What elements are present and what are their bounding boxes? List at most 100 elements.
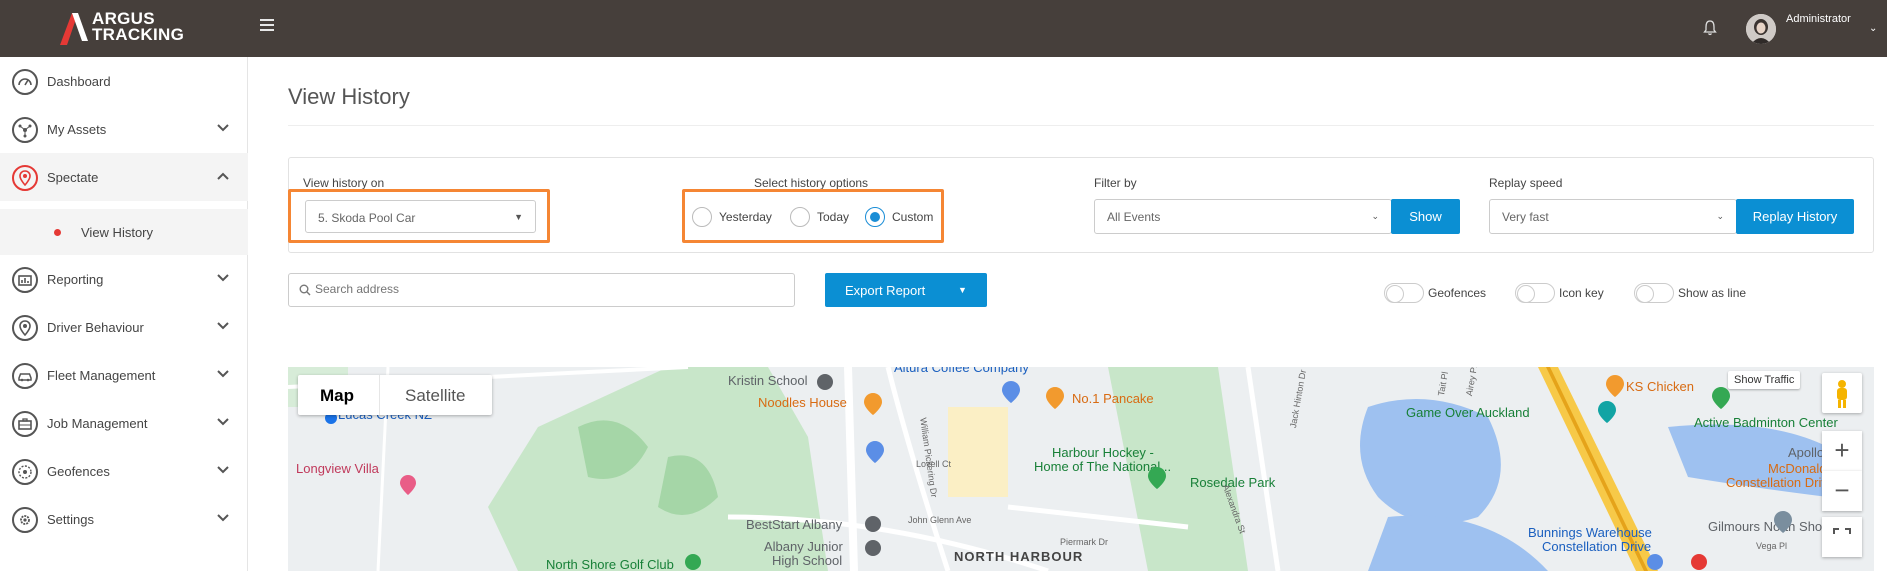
radio-label: Yesterday [719,210,772,224]
map-place-label: Apollo [1788,445,1825,460]
radio-label: Custom [892,210,934,224]
sidebar-item-label: Driver Behaviour [47,320,144,335]
school-marker-icon[interactable] [864,515,882,533]
notification-bell-icon[interactable] [1702,19,1718,37]
zoom-in-button[interactable]: + [1822,431,1862,471]
vehicle-select[interactable]: 5. Skoda Pool Car ▼ [305,200,536,233]
toggle-switch[interactable] [1384,283,1424,303]
user-menu-chevron-icon[interactable]: ⌄ [1869,23,1877,34]
school-marker-icon[interactable] [816,373,834,391]
hamburger-menu-icon[interactable] [260,19,274,33]
map-place-label: Active Badminton Center [1694,415,1838,430]
search-input[interactable] [315,282,775,296]
sidebar-subitem-label: View History [81,225,154,240]
reporting-folder-icon [12,267,38,293]
map-place-label: Constellation Drive [1542,539,1652,554]
map-place-label: Noodles House [758,395,847,410]
argus-tracking-logo[interactable]: ARGUS TRACKING [58,10,198,47]
export-report-button[interactable]: Export Report ▼ [825,273,987,307]
shopping-marker-icon[interactable] [1646,553,1664,571]
map-place-label: NORTH HARBOUR [954,549,1084,564]
gas-station-marker-icon[interactable] [866,441,884,463]
show-button[interactable]: Show [1391,199,1460,234]
sidebar-item-reporting[interactable]: Reporting [0,255,248,303]
caret-down-icon[interactable]: ▼ [958,285,967,295]
assets-network-icon [12,117,38,143]
map-road-label: Piermark Dr [1060,537,1109,547]
toggle-label: Show as line [1678,286,1747,300]
chevron-down-icon [217,370,229,378]
filter-select[interactable]: All Events ⌄ [1094,199,1392,234]
replay-history-button[interactable]: Replay History [1736,199,1854,234]
map-road-label: John Glenn Ave [908,515,972,525]
poi-marker-icon[interactable] [1712,387,1730,409]
map-place-label: No.1 Pancake [1072,391,1154,406]
map-place-label: High School [772,553,843,568]
toggle-label: Geofences [1428,286,1487,300]
cafe-marker-icon[interactable] [1002,381,1020,403]
sidebar-item-geofences[interactable]: Geofences [0,447,248,495]
user-avatar[interactable] [1746,14,1776,44]
chevron-up-icon [217,172,229,180]
poi-marker-icon[interactable] [1774,511,1792,533]
restaurant-marker-icon[interactable] [1606,375,1624,397]
sidebar-item-label: Job Management [47,416,148,431]
school-marker-icon[interactable] [864,539,882,557]
sidebar-subitem-view-history[interactable]: View History [0,209,248,255]
toggle-switch[interactable] [1515,283,1555,303]
street-view-pegman-icon[interactable] [1822,373,1862,413]
golf-marker-icon[interactable] [684,553,702,571]
replay-speed-label: Replay speed [1489,176,1563,190]
replay-speed-value: Very fast [1502,210,1549,224]
driver-pin-icon [12,315,38,341]
sidebar-item-job-management[interactable]: Job Management [0,399,248,447]
map-type-satellite-button[interactable]: Satellite [405,386,465,406]
poi-marker-icon[interactable] [1598,401,1616,423]
chevron-down-icon [217,466,229,474]
logo-mark-icon [60,13,88,45]
map-place-label: Game Over Auckland [1406,405,1530,420]
map-place-label: Constellation Drive [1726,475,1836,490]
toggle-switch[interactable] [1634,283,1674,303]
hospital-marker-icon[interactable] [1690,553,1708,571]
user-name[interactable]: Administrator [1786,13,1851,25]
address-search[interactable] [288,273,795,307]
toggle-label: Icon key [1559,286,1604,300]
restaurant-marker-icon[interactable] [864,393,882,415]
active-dot-icon [54,229,61,236]
map-type-control: Map Satellite [298,375,492,415]
view-history-label: View history on [303,176,385,190]
map-place-label: Bunnings Warehouse [1528,525,1652,540]
history-map[interactable]: Lucas Creek NZ Longview Villa Kristin Sc… [288,367,1874,571]
filter-select-value: All Events [1107,210,1161,224]
zoom-out-button[interactable]: − [1822,471,1862,511]
sidebar-item-label: Settings [47,512,94,527]
map-road-label: Lovell Ct [916,459,952,469]
sidebar-item-driver-behaviour[interactable]: Driver Behaviour [0,303,248,351]
chevron-down-icon [217,418,229,426]
chevron-down-icon: ⌄ [1716,211,1724,221]
map-place-label: KS Chicken [1626,379,1694,394]
restaurant-marker-icon[interactable] [1046,387,1064,409]
export-report-label: Export Report [845,283,926,298]
vehicle-select-value: 5. Skoda Pool Car [318,211,416,225]
sidebar-item-fleet-management[interactable]: Fleet Management [0,351,248,399]
sidebar-item-dashboard[interactable]: Dashboard [0,57,248,105]
map-type-map-button[interactable]: Map [320,386,354,406]
park-marker-icon[interactable] [1148,467,1166,489]
fullscreen-icon[interactable] [1822,517,1862,557]
sidebar-item-settings[interactable]: Settings [0,495,248,543]
sidebar-item-spectate[interactable]: Spectate [0,153,248,201]
sidebar-item-label: Dashboard [47,74,111,89]
replay-speed-select[interactable]: Very fast ⌄ [1489,199,1737,234]
poi-marker-icon[interactable] [400,475,416,495]
show-traffic-button[interactable]: Show Traffic [1728,371,1801,389]
sidebar-item-label: My Assets [47,122,107,137]
filter-by-label: Filter by [1094,176,1137,190]
radio-label: Today [817,210,850,224]
map-place-label: Vega Pl [1756,541,1788,551]
sidebar-item-my-assets[interactable]: My Assets [0,105,248,153]
map-place-label: Kristin School [728,373,808,388]
top-bar: ARGUS TRACKING Administrator ⌄ [0,0,1887,57]
chevron-down-icon [217,124,229,132]
